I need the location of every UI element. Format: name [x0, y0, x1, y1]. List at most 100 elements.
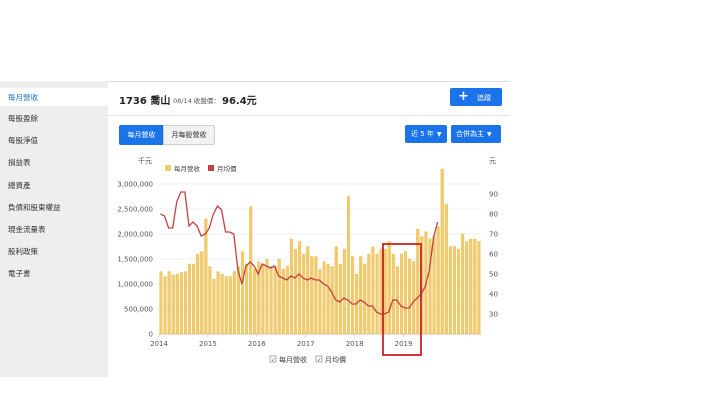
checkmark-icon: ✓	[271, 358, 276, 364]
revenue-bar	[293, 248, 298, 335]
left-tick-label: 1,000,000	[117, 281, 153, 289]
right-tick-label: 40	[489, 291, 498, 299]
revenue-bar	[277, 258, 281, 335]
left-tick-label: 500,000	[124, 306, 153, 314]
revenue-bar	[330, 266, 334, 335]
revenue-bar	[261, 263, 265, 335]
right-tick-label: 30	[489, 311, 498, 319]
revenue-bar	[273, 266, 277, 335]
revenue-bar	[310, 256, 314, 335]
left-tick-label: 3,000,000	[117, 181, 153, 189]
revenue-bar	[187, 263, 192, 335]
revenue-bar	[391, 253, 395, 335]
legend-swatch-price	[208, 165, 214, 171]
revenue-bar	[179, 272, 183, 335]
revenue-chart: 0 500,000 1,000,000 1,500,000 2,000,000 2,500…	[117, 156, 498, 364]
legend-label-revenue: 每月營收	[174, 164, 201, 173]
revenue-bar	[159, 271, 163, 335]
revenue-bar	[314, 256, 318, 335]
revenue-bar	[220, 273, 224, 335]
revenue-bar	[175, 273, 179, 335]
revenue-bar	[338, 263, 342, 335]
revenue-bar	[249, 206, 253, 335]
revenue-bar	[465, 241, 469, 335]
right-tick-label: 90	[489, 191, 498, 199]
revenue-bar	[367, 253, 371, 335]
revenue-bar	[477, 241, 481, 335]
revenue-bar	[436, 226, 440, 335]
revenue-bar	[228, 276, 232, 335]
revenue-bar	[167, 271, 171, 335]
left-tick-label: 1,500,000	[117, 256, 153, 264]
revenue-bar	[408, 258, 412, 335]
x-tick-label: 2014	[150, 340, 168, 348]
x-tick-label: 2017	[297, 340, 315, 348]
revenue-bar	[371, 246, 375, 335]
revenue-bar	[192, 263, 196, 335]
revenue-bar	[216, 271, 220, 335]
revenue-bar	[204, 218, 208, 335]
revenue-bar	[375, 253, 379, 335]
legend-bottom-revenue: 每月營收	[279, 355, 307, 364]
legend-bottom-price: 月均價	[325, 355, 346, 364]
checkmark-icon: ✓	[317, 358, 322, 364]
revenue-bar	[461, 233, 465, 335]
revenue-bar	[440, 168, 444, 335]
revenue-bar	[289, 238, 293, 335]
revenue-bar	[322, 261, 326, 335]
right-tick-label: 80	[489, 211, 498, 219]
revenue-bar	[444, 203, 448, 335]
revenue-bar	[432, 236, 436, 335]
revenue-bar	[346, 196, 351, 335]
revenue-bar	[269, 266, 273, 335]
revenue-bar	[318, 268, 322, 335]
revenue-bar	[208, 266, 212, 335]
revenue-bar	[196, 253, 200, 335]
revenue-bar	[306, 246, 310, 335]
legend-label-price: 月均價	[217, 164, 237, 173]
revenue-bar	[200, 251, 204, 335]
revenue-bar	[326, 263, 330, 335]
revenue-bar	[183, 271, 187, 335]
revenue-bar	[387, 241, 391, 335]
revenue-bar	[224, 276, 228, 335]
revenue-bar	[171, 274, 175, 335]
revenue-bar	[245, 263, 249, 335]
x-tick-label: 2016	[248, 340, 266, 348]
revenue-bar	[456, 248, 461, 335]
revenue-bar	[452, 246, 456, 335]
revenue-bar	[351, 256, 355, 335]
right-tick-label: 70	[489, 231, 498, 239]
right-unit-label: 元	[489, 157, 496, 165]
left-tick-label: 0	[149, 331, 153, 339]
revenue-bar	[473, 238, 477, 335]
revenue-bar	[379, 248, 383, 335]
revenue-bar	[302, 253, 306, 335]
x-tick-label: 2019	[395, 340, 413, 348]
x-tick-label: 2015	[199, 340, 217, 348]
revenue-bar	[285, 266, 289, 335]
left-unit-label: 千元	[138, 156, 152, 165]
revenue-bar	[448, 246, 452, 335]
revenue-bar	[342, 248, 346, 335]
revenue-bar	[359, 256, 363, 335]
revenue-bar	[298, 241, 302, 335]
revenue-bar	[240, 251, 245, 335]
revenue-bar	[469, 238, 473, 335]
revenue-bar	[163, 276, 167, 335]
left-tick-label: 2,500,000	[117, 206, 153, 214]
left-tick-label: 2,000,000	[117, 231, 153, 239]
revenue-bar	[212, 278, 216, 335]
right-tick-label: 60	[489, 251, 498, 259]
revenue-bar	[363, 263, 367, 335]
revenue-bar	[412, 261, 416, 335]
revenue-bar	[334, 246, 338, 335]
revenue-bar	[404, 251, 408, 335]
revenue-bar	[253, 268, 257, 335]
revenue-bar	[383, 248, 387, 335]
x-tick-label: 2018	[346, 340, 364, 348]
legend-swatch-revenue	[165, 165, 171, 171]
revenue-bar	[265, 258, 269, 335]
revenue-bar	[399, 253, 404, 335]
revenue-bar	[232, 271, 236, 335]
